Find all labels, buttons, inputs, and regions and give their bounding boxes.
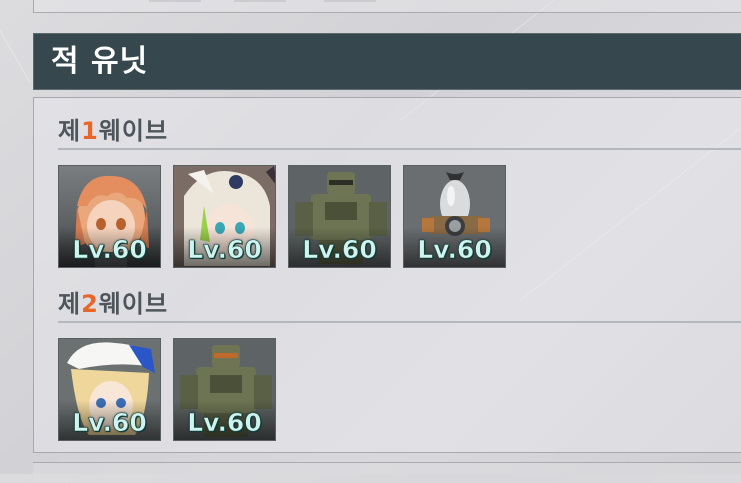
wave-number: 2 [81, 290, 99, 318]
enemy-unit-card[interactable]: Lv.60 [173, 338, 276, 441]
wave-1-title: 제1웨이브 [58, 117, 169, 145]
wave-divider [58, 148, 741, 150]
enemy-unit-card[interactable]: Lv.60 [58, 338, 161, 441]
unit-level: Lv.60 [187, 235, 262, 265]
unit-level: Lv.60 [302, 235, 377, 265]
wave-number: 1 [81, 117, 99, 145]
unit-level: Lv.60 [417, 235, 492, 265]
background-line [0, 30, 31, 83]
section-header: 적 유닛 [33, 33, 741, 90]
enemy-unit-card[interactable]: Lv.60 [173, 165, 276, 268]
previous-panel-frame [33, 0, 741, 13]
section-title: 적 유닛 [51, 44, 149, 79]
wave-2-title: 제2웨이브 [58, 290, 169, 318]
unit-level: Lv.60 [72, 235, 147, 265]
enemy-unit-card[interactable]: Lv.60 [58, 165, 161, 268]
unit-level: Lv.60 [72, 408, 147, 438]
unit-level: Lv.60 [187, 408, 262, 438]
wave-divider [58, 321, 741, 323]
enemy-unit-card[interactable]: Lv.60 [403, 165, 506, 268]
enemy-unit-card[interactable]: Lv.60 [288, 165, 391, 268]
next-panel-frame [33, 462, 741, 483]
